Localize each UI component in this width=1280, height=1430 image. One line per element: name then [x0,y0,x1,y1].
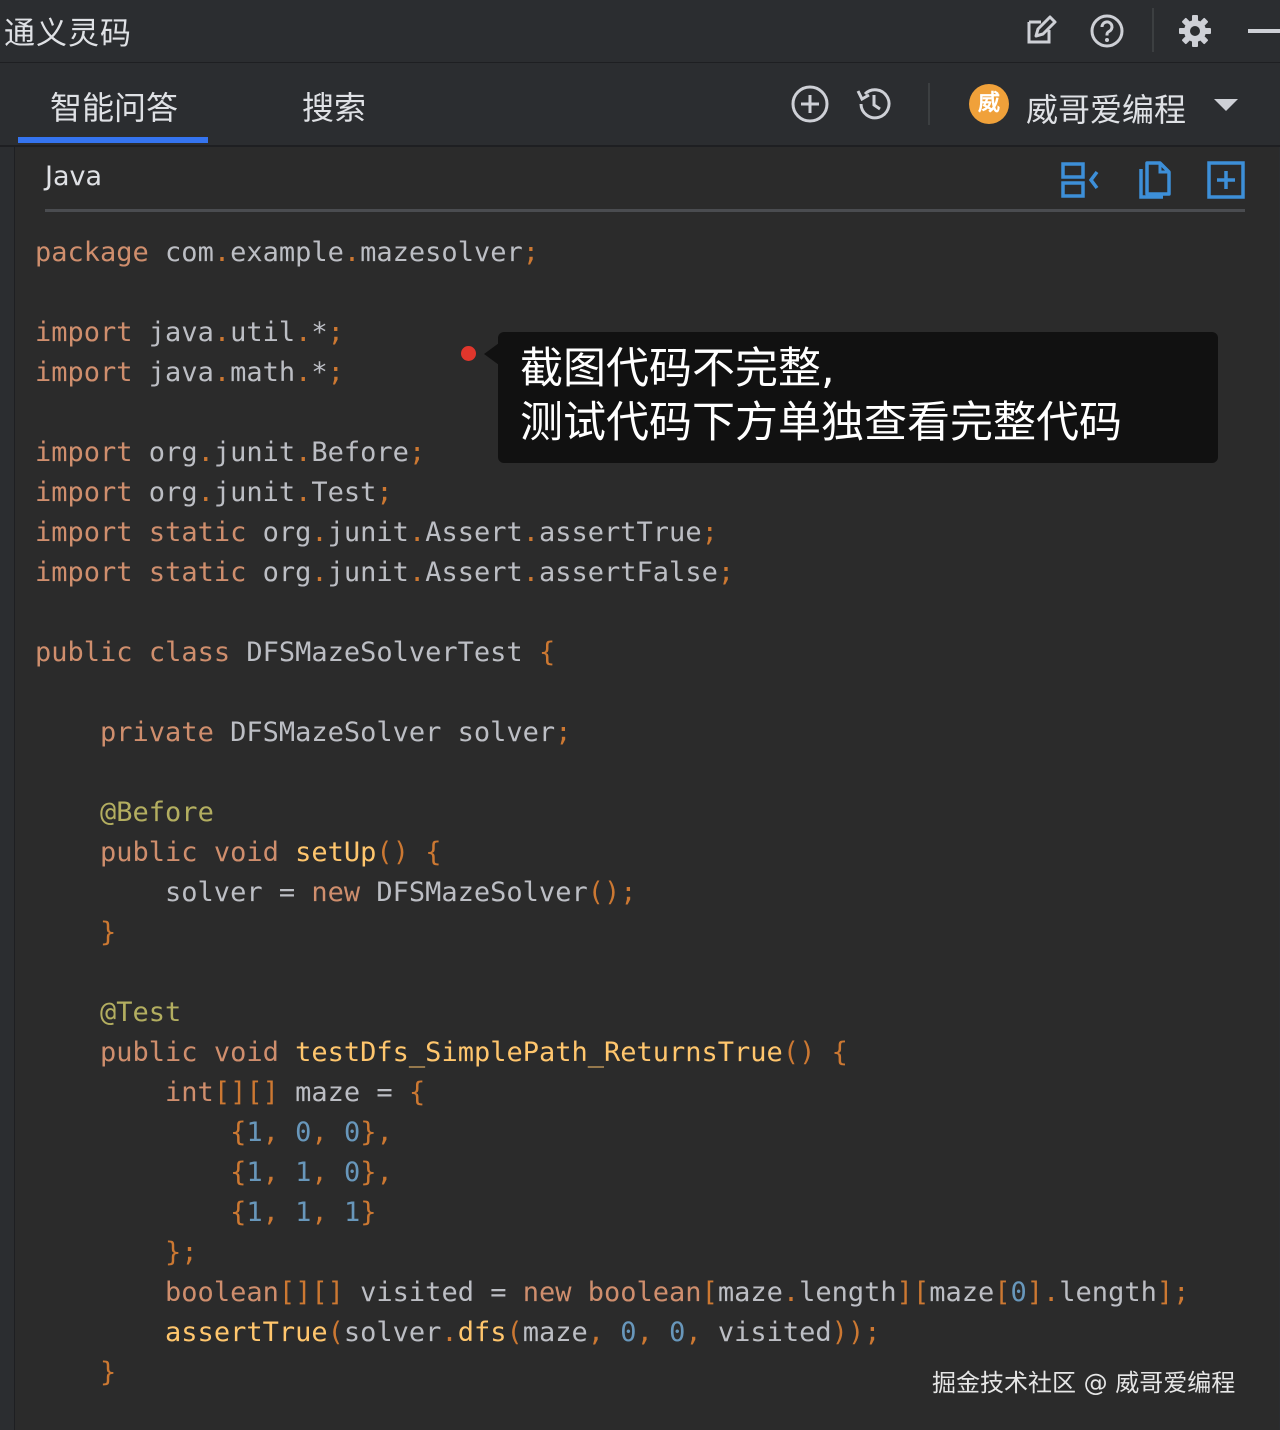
code-line: public void testDfs_SimplePath_ReturnsTr… [100,1037,848,1068]
minimize-icon[interactable] [1244,12,1280,50]
new-file-icon[interactable] [1205,159,1247,201]
language-label: Java [45,161,103,192]
copy-icon[interactable] [1133,159,1175,201]
tab-search[interactable]: 搜索 [302,83,366,129]
separator [928,83,930,125]
annotation-callout: 截图代码不完整, 测试代码下方单独查看完整代码 [498,332,1218,463]
code-line: {1, 1, 0}, [230,1157,393,1188]
edit-icon[interactable] [1021,12,1059,50]
code-line: private DFSMazeSolver solver; [100,717,572,748]
watermark: 掘金技术社区 @ 威哥爱编程 [932,1369,1236,1397]
code-line: import static org.junit.Assert.assertFal… [35,557,735,588]
code-line: @Test [100,997,182,1028]
active-tab-indicator [18,137,208,143]
annotation-arrow [484,343,499,365]
code-line: } [100,917,117,948]
history-icon[interactable] [853,83,895,125]
separator [1152,8,1154,52]
code-line: boolean[][] visited = new boolean[maze.l… [165,1277,1190,1308]
annotation-dot [461,346,476,361]
code-line: import org.junit.Test; [35,477,393,508]
divider [45,209,1245,212]
help-icon[interactable] [1088,12,1126,50]
code-line: {1, 0, 0}, [230,1117,393,1148]
gear-icon[interactable] [1176,12,1214,50]
annotation-line-1: 截图代码不完整, [520,344,835,394]
tabs-row: 智能问答 搜索 威 威哥爱编程 [0,63,1280,147]
code-line: @Before [100,797,214,828]
tab-chat[interactable]: 智能问答 [50,83,178,129]
insert-code-icon[interactable] [1059,159,1101,201]
code-line: assertTrue(solver.dfs(maze, 0, 0, visite… [165,1317,881,1348]
chevron-down-icon[interactable] [1212,97,1240,113]
code-line: package com.example.mazesolver; [35,237,539,268]
code-line: public class DFSMazeSolverTest { [35,637,556,668]
code-line: solver = new DFSMazeSolver(); [35,877,637,908]
new-chat-icon[interactable] [789,83,831,125]
title-bar: 通义灵码 [0,0,1280,63]
avatar[interactable]: 威 [969,84,1009,124]
code-line: public void setUp() { [100,837,442,868]
code-line: }; [165,1237,198,1268]
code-line: import static org.junit.Assert.assertTru… [35,517,718,548]
code-line: {1, 1, 1} [230,1197,377,1228]
user-name[interactable]: 威哥爱编程 [1026,85,1186,131]
code-line: int[][] maze = { [165,1077,426,1108]
app-title: 通义灵码 [4,16,132,52]
annotation-line-2: 测试代码下方单独查看完整代码 [520,398,1122,448]
code-block-header: Java [15,147,1279,211]
